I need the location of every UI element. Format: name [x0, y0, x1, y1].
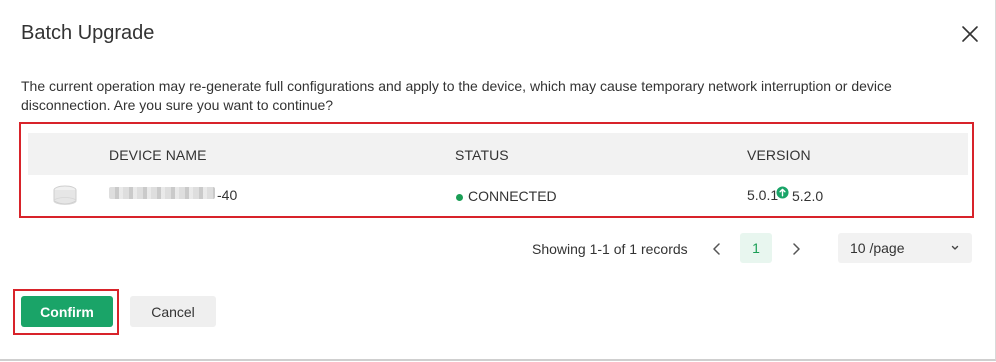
page-number-current[interactable]: 1 — [740, 233, 772, 263]
chevron-down-icon — [951, 245, 959, 250]
cancel-button[interactable]: Cancel — [130, 296, 216, 327]
batch-upgrade-dialog: Batch Upgrade The current operation may … — [0, 0, 996, 361]
column-status: STATUS — [455, 147, 509, 163]
warning-message: The current operation may re-generate fu… — [21, 78, 892, 113]
page-size-select[interactable]: 10 /page — [838, 233, 972, 263]
table-header: DEVICE NAME STATUS VERSION — [28, 133, 968, 175]
column-version: VERSION — [747, 147, 811, 163]
device-table: DEVICE NAME STATUS VERSION -40 CONNECTED… — [19, 122, 974, 218]
status-dot — [456, 194, 463, 201]
page-size-value: 10 /page — [850, 240, 905, 256]
close-icon[interactable] — [958, 22, 982, 46]
target-version: 5.2.0 — [792, 188, 824, 204]
current-version: 5.0.1 — [747, 187, 779, 203]
arrow-up-circle-icon — [776, 186, 789, 199]
chevron-right-icon[interactable] — [789, 241, 803, 257]
table-row[interactable]: -40 CONNECTED 5.0.1 5.2.0 — [28, 175, 968, 215]
device-name: -40 — [217, 187, 238, 203]
confirm-button[interactable]: Confirm — [21, 296, 113, 327]
column-device-name: DEVICE NAME — [109, 147, 207, 163]
device-status: CONNECTED — [468, 188, 557, 204]
access-point-icon — [53, 185, 77, 205]
device-name-redacted — [109, 187, 215, 199]
dialog-title: Batch Upgrade — [21, 22, 155, 44]
chevron-left-icon[interactable] — [710, 241, 724, 257]
records-summary: Showing 1-1 of 1 records — [532, 241, 688, 257]
